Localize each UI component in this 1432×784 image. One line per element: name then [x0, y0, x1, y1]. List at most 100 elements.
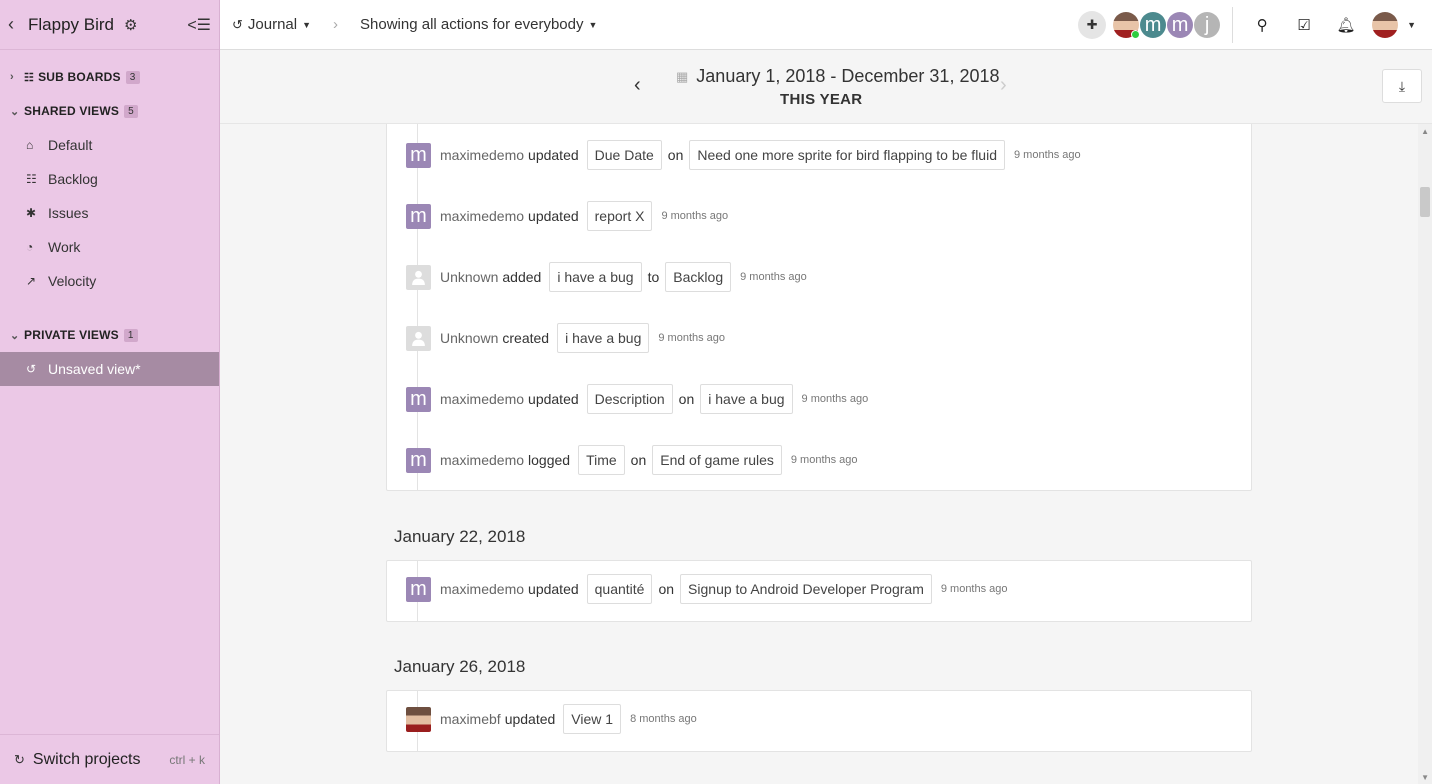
field-tag[interactable]: Description [586, 384, 673, 414]
scroll-down-icon[interactable]: ▼ [1421, 773, 1429, 782]
avatar[interactable]: m [406, 386, 431, 412]
date-range-picker[interactable]: ▦ January 1, 2018 - December 31, 2018 [676, 66, 999, 87]
next-period-icon[interactable]: › [1000, 74, 1007, 97]
user-link[interactable]: maximedemo [440, 147, 524, 163]
journal-card: m maximedemo updated quantité on Signup … [386, 560, 1252, 622]
refresh-icon: ↻ [14, 751, 25, 767]
section-label: PRIVATE VIEWS [24, 328, 119, 342]
sidebar-item-velocity[interactable]: ↗ Velocity [0, 264, 219, 298]
day-heading: January 26, 2018 [394, 657, 526, 676]
previous-period-icon[interactable]: ‹ [634, 74, 641, 97]
item-tag[interactable]: End of game rules [652, 445, 782, 475]
action-verb: updated [504, 711, 556, 727]
keyboard-shortcut: ctrl + k [169, 752, 205, 767]
sidebar: ‹ Flappy Bird ⚙ <☰ › ☷ SUB BOARDS 3 ⌄ SH… [0, 0, 220, 784]
connector-text: on [630, 452, 647, 468]
user-link[interactable]: maximedemo [440, 581, 524, 597]
collapse-sidebar-icon[interactable]: <☰ [187, 15, 211, 35]
item-tag[interactable]: View 1 [563, 704, 622, 734]
user-silhouette-icon [412, 331, 425, 346]
scroll-up-icon[interactable]: ▲ [1421, 127, 1429, 136]
project-title[interactable]: Flappy Bird [28, 15, 114, 35]
section-sub-boards[interactable]: › ☷ SUB BOARDS 3 [0, 60, 219, 94]
avatar[interactable]: m [406, 142, 431, 168]
breadcrumb-separator-icon: › [333, 16, 339, 33]
journal-entry: Unknown created i have a bug 9 months ag… [406, 322, 725, 354]
sidebar-item-issues[interactable]: ✱ Issues [0, 196, 219, 230]
history-icon: ↺ [26, 362, 37, 376]
journal-card: m maximedemo updated Due Date on Need on… [386, 124, 1252, 491]
add-user-icon[interactable]: ✚ [1078, 11, 1107, 39]
field-tag[interactable]: Due Date [586, 140, 662, 170]
user-link[interactable]: Unknown [440, 330, 498, 346]
action-verb: created [502, 330, 550, 346]
user-link[interactable]: maximedemo [440, 391, 524, 407]
sidebar-item-work[interactable]: ◔ Work [0, 230, 219, 264]
sidebar-item-label: Work [48, 239, 81, 255]
checkbox-icon[interactable]: ☑ [1283, 16, 1325, 34]
bell-icon[interactable]: 🔔︎ [1325, 16, 1367, 34]
action-verb: updated [528, 208, 579, 224]
sidebar-item-unsaved-view[interactable]: ↺ Unsaved view* [0, 352, 219, 386]
sitemap-icon: ☷ [24, 71, 35, 84]
avatar[interactable] [406, 706, 431, 732]
chevron-down-icon: ⌄ [10, 105, 20, 118]
sidebar-item-label: Default [48, 137, 93, 153]
user-link[interactable]: maximebf [440, 711, 501, 727]
count-badge: 3 [125, 70, 140, 84]
search-icon[interactable]: ⚲ [1241, 16, 1283, 34]
avatar[interactable] [1113, 12, 1141, 39]
switch-projects-button[interactable]: ↻ Switch projects ctrl + k [0, 734, 219, 784]
section-shared-views[interactable]: ⌄ SHARED VIEWS 5 [0, 94, 219, 128]
item-tag[interactable]: report X [586, 201, 653, 231]
journal-entry: m maximedemo updated Description on i ha… [406, 383, 868, 415]
count-badge: 1 [123, 328, 138, 342]
action-verb: updated [528, 581, 579, 597]
switch-projects-label: Switch projects [32, 750, 141, 768]
sidebar-item-backlog[interactable]: ☷ Backlog [0, 162, 219, 196]
item-tag[interactable]: i have a bug [700, 384, 793, 414]
sidebar-item-default[interactable]: ⌂ Default [0, 128, 219, 162]
journal-entry: m maximedemo updated report X 9 months a… [406, 200, 728, 232]
section-private-views[interactable]: ⌄ PRIVATE VIEWS 1 [0, 318, 219, 352]
timestamp: 9 months ago [740, 271, 807, 283]
user-menu[interactable]: ▼ [1371, 12, 1416, 38]
journal-entry: m maximedemo updated Due Date on Need on… [406, 139, 1081, 171]
item-tag[interactable]: Signup to Android Developer Program [680, 574, 932, 604]
top-bar-right: ✚ m m j ⚲ ☑ 🔔︎ ▼ [1078, 0, 1432, 50]
avatar[interactable]: m [1167, 12, 1194, 38]
scrollbar[interactable]: ▲ ▼ [1418, 124, 1432, 784]
board-tag[interactable]: Backlog [665, 262, 732, 292]
caret-down-icon: ▼ [1407, 20, 1416, 30]
download-icon[interactable]: ⤓ [1382, 69, 1422, 103]
day-heading: January 22, 2018 [394, 527, 526, 546]
filter-label: Showing all actions for everybody [360, 16, 584, 33]
avatar[interactable] [406, 264, 431, 290]
journal-entry: Unknown added i have a bug to Backlog 9 … [406, 261, 807, 293]
timestamp: 9 months ago [661, 210, 729, 222]
scrollbar-thumb[interactable] [1420, 187, 1430, 217]
back-chevron-icon[interactable]: ‹ [8, 14, 26, 35]
view-switcher-dropdown[interactable]: ↺ Journal ▼ [220, 16, 311, 33]
avatar[interactable]: m [1140, 12, 1167, 38]
item-tag[interactable]: i have a bug [557, 323, 650, 353]
grid-icon: ☷ [26, 172, 37, 186]
gear-icon[interactable]: ⚙ [124, 16, 137, 34]
avatar[interactable]: j [1194, 12, 1221, 38]
bug-icon: ✱ [26, 206, 37, 220]
item-tag[interactable]: Need one more sprite for bird flapping t… [689, 140, 1005, 170]
user-link[interactable]: maximedemo [440, 452, 524, 468]
timeline-line [417, 124, 418, 490]
avatar[interactable]: m [406, 447, 431, 473]
avatar[interactable] [406, 325, 431, 351]
user-link[interactable]: maximedemo [440, 208, 524, 224]
field-tag[interactable]: Time [578, 445, 625, 475]
field-tag[interactable]: quantité [586, 574, 653, 604]
user-link[interactable]: Unknown [440, 269, 498, 285]
item-tag[interactable]: i have a bug [549, 262, 642, 292]
connector-text: to [647, 269, 660, 285]
timestamp: 9 months ago [658, 332, 726, 344]
filter-dropdown[interactable]: Showing all actions for everybody ▼ [360, 16, 597, 33]
avatar[interactable]: m [406, 203, 431, 229]
avatar[interactable]: m [406, 576, 431, 602]
